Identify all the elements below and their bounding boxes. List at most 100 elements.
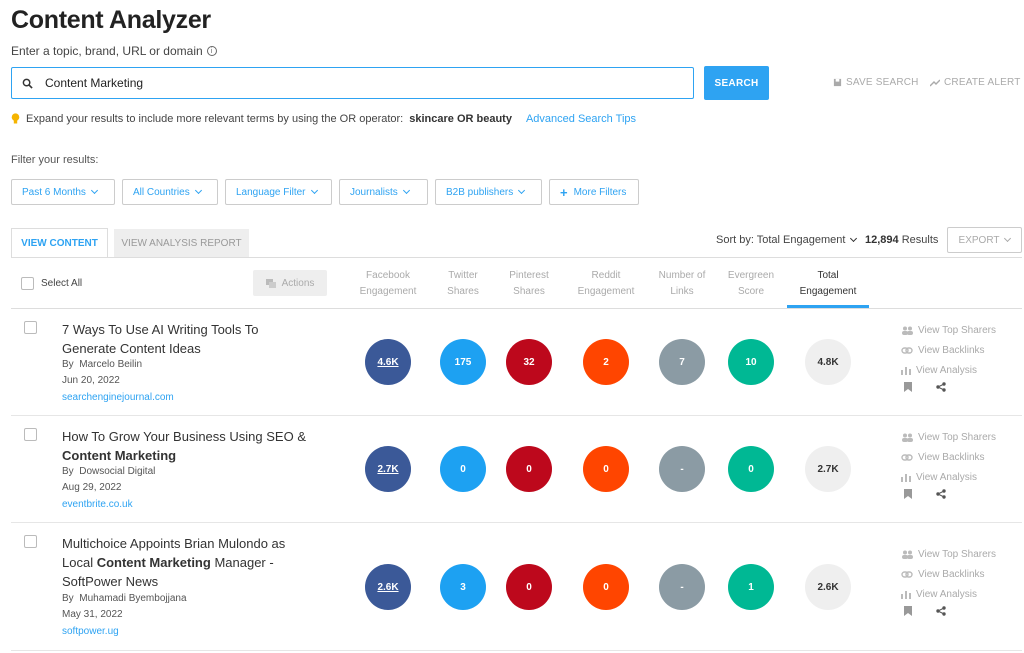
col-reddit-line2: Engagement <box>577 286 635 297</box>
reddit-engagement: 0 <box>583 446 629 492</box>
lightbulb-icon <box>11 113 20 124</box>
select-all-checkbox[interactable] <box>21 277 34 290</box>
search-icon <box>22 78 33 89</box>
filter-b2b[interactable]: B2B publishers <box>435 179 542 205</box>
facebook-engagement[interactable]: 2.6K <box>365 564 411 610</box>
facebook-value: 2.6K <box>377 581 399 593</box>
col-pinterest[interactable]: Pinterest Shares <box>489 268 569 300</box>
tip-text: Expand your results to include more rele… <box>26 113 404 125</box>
number-of-links: - <box>659 564 705 610</box>
bookmark-icon[interactable] <box>904 382 912 392</box>
search-button[interactable]: SEARCH <box>704 66 769 100</box>
save-icon <box>833 78 842 87</box>
view-analysis-label: View Analysis <box>916 588 977 600</box>
more-filters-label: More Filters <box>573 186 627 198</box>
reddit-engagement: 0 <box>583 564 629 610</box>
save-search-button[interactable]: SAVE SEARCH <box>833 77 919 88</box>
filter-b2b-label: B2B publishers <box>446 186 514 198</box>
view-top-sharers-link[interactable]: View Top Sharers <box>901 544 1021 564</box>
col-total-line1: Total <box>817 270 839 281</box>
users-icon <box>902 433 913 442</box>
title-text: How To Grow Your Business Using SEO & <box>62 429 306 444</box>
article-date: Jun 20, 2022 <box>62 375 120 386</box>
link-icon <box>901 346 913 354</box>
search-box[interactable] <box>11 67 694 99</box>
row-icon-actions <box>904 606 1021 616</box>
view-top-sharers-link[interactable]: View Top Sharers <box>901 427 1021 447</box>
author-name[interactable]: Muhamadi Byembojjana <box>79 593 186 604</box>
more-filters-button[interactable]: + More Filters <box>549 179 639 205</box>
reddit-engagement: 2 <box>583 339 629 385</box>
export-button[interactable]: EXPORT <box>947 227 1022 253</box>
author-name[interactable]: Marcelo Beilin <box>79 359 142 370</box>
view-backlinks-link[interactable]: View Backlinks <box>901 340 1021 360</box>
view-top-sharers-link[interactable]: View Top Sharers <box>901 320 1021 340</box>
facebook-value: 4.6K <box>377 356 399 368</box>
subtitle-text: Enter a topic, brand, URL or domain <box>11 44 203 58</box>
filter-language-label: Language Filter <box>236 186 306 198</box>
view-analysis-link[interactable]: View Analysis <box>901 584 1021 604</box>
pinterest-shares: 0 <box>506 446 552 492</box>
facebook-engagement[interactable]: 4.6K <box>365 339 411 385</box>
view-analysis-link[interactable]: View Analysis <box>901 467 1021 487</box>
view-backlinks-label: View Backlinks <box>918 568 985 580</box>
users-icon <box>902 326 913 335</box>
col-total[interactable]: Total Engagement <box>788 268 868 300</box>
col-links[interactable]: Number of Links <box>642 268 722 300</box>
tab-view-content[interactable]: VIEW CONTENT <box>11 228 108 257</box>
row-side-actions: View Top Sharers View Backlinks View Ana… <box>901 427 1021 499</box>
row-checkbox[interactable] <box>24 321 37 334</box>
info-icon[interactable]: i <box>206 46 217 56</box>
filter-country[interactable]: All Countries <box>122 179 218 205</box>
pinterest-shares: 0 <box>506 564 552 610</box>
number-of-links: - <box>659 446 705 492</box>
col-evergreen[interactable]: Evergreen Score <box>711 268 791 300</box>
share-icon[interactable] <box>936 382 946 392</box>
bar-chart-icon <box>901 473 911 482</box>
article-title[interactable]: How To Grow Your Business Using SEO & Co… <box>62 427 312 465</box>
evergreen-score: 1 <box>728 564 774 610</box>
row-checkbox[interactable] <box>24 535 37 548</box>
article-domain[interactable]: searchenginejournal.com <box>62 392 174 403</box>
filter-journalists[interactable]: Journalists <box>339 179 428 205</box>
table-header: Select All Actions Facebook Engagement Tw… <box>11 257 1022 309</box>
author-name[interactable]: Dowsocial Digital <box>79 466 155 477</box>
col-reddit[interactable]: Reddit Engagement <box>566 268 646 300</box>
twitter-shares: 3 <box>440 564 486 610</box>
col-pinterest-line2: Shares <box>513 286 545 297</box>
view-analysis-label: View Analysis <box>916 364 977 376</box>
article-author: By Dowsocial Digital <box>62 466 156 477</box>
view-analysis-link[interactable]: View Analysis <box>901 360 1021 380</box>
tab-view-analysis-report[interactable]: VIEW ANALYSIS REPORT <box>114 229 249 257</box>
create-alert-button[interactable]: CREATE ALERT <box>930 77 1021 88</box>
share-icon[interactable] <box>936 606 946 616</box>
article-title[interactable]: Multichoice Appoints Brian Mulondo as Lo… <box>62 534 312 591</box>
view-analysis-label: View Analysis <box>916 471 977 483</box>
col-links-line2: Links <box>670 286 694 297</box>
article-domain[interactable]: eventbrite.co.uk <box>62 499 133 510</box>
page-subtitle: Enter a topic, brand, URL or domain i <box>11 44 217 58</box>
bookmark-icon[interactable] <box>904 489 912 499</box>
col-facebook[interactable]: Facebook Engagement <box>348 268 428 300</box>
export-label: EXPORT <box>958 234 1000 246</box>
actions-button[interactable]: Actions <box>253 270 327 296</box>
view-top-sharers-label: View Top Sharers <box>918 324 997 336</box>
view-backlinks-link[interactable]: View Backlinks <box>901 447 1021 467</box>
article-domain[interactable]: softpower.ug <box>62 626 119 637</box>
share-icon[interactable] <box>936 489 946 499</box>
search-input[interactable] <box>45 76 645 90</box>
sort-dropdown[interactable]: Sort by: Total Engagement <box>716 234 858 246</box>
filter-language[interactable]: Language Filter <box>225 179 332 205</box>
filter-date[interactable]: Past 6 Months <box>11 179 115 205</box>
chevron-down-icon <box>194 186 202 195</box>
view-backlinks-link[interactable]: View Backlinks <box>901 564 1021 584</box>
facebook-engagement[interactable]: 2.7K <box>365 446 411 492</box>
select-all[interactable]: Select All <box>21 277 82 290</box>
table-row: Multichoice Appoints Brian Mulondo as Lo… <box>11 523 1022 651</box>
copy-icon <box>265 278 276 288</box>
row-checkbox[interactable] <box>24 428 37 441</box>
article-title[interactable]: 7 Ways To Use AI Writing Tools To Genera… <box>62 320 312 358</box>
advanced-search-tips-link[interactable]: Advanced Search Tips <box>526 113 636 125</box>
plus-icon: + <box>560 184 568 200</box>
bookmark-icon[interactable] <box>904 606 912 616</box>
